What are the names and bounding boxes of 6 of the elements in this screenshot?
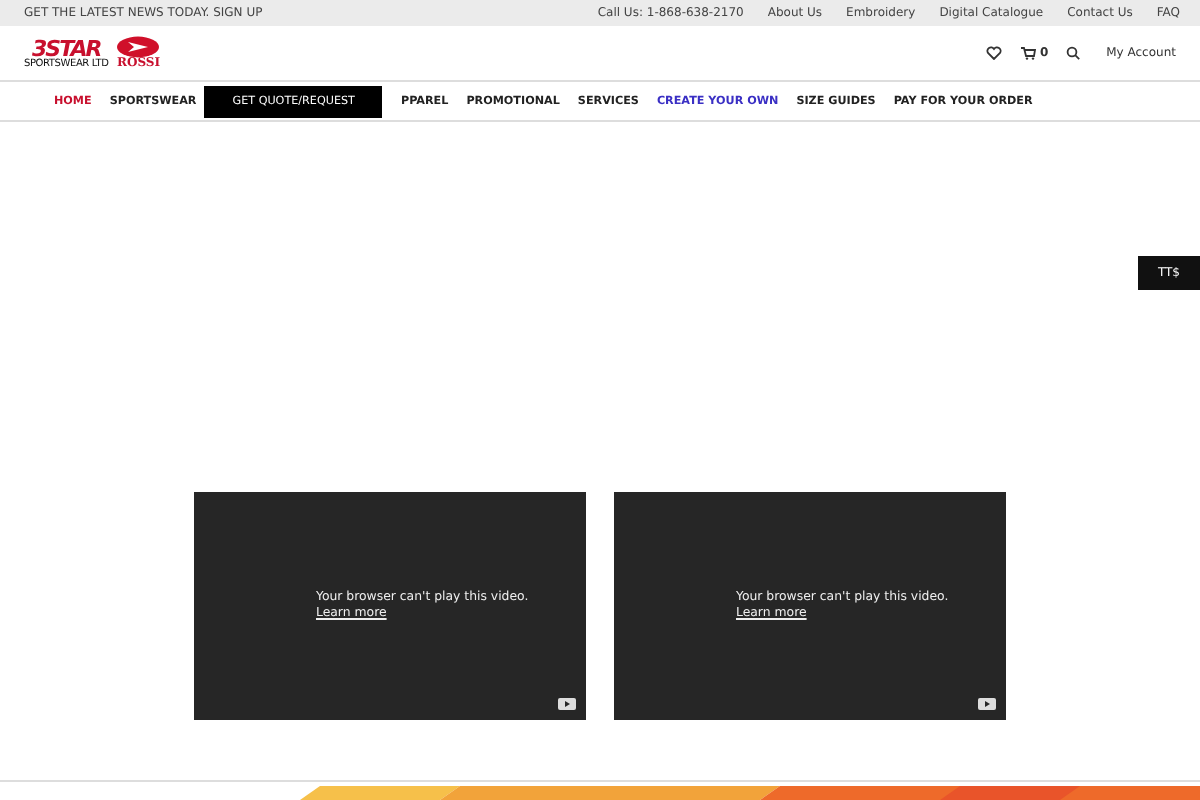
play-icon[interactable] <box>978 698 996 710</box>
heart-icon[interactable] <box>985 46 1002 60</box>
cart-icon[interactable] <box>1019 46 1036 60</box>
search-icon[interactable] <box>1066 46 1081 60</box>
play-icon[interactable] <box>558 698 576 710</box>
rossi-logo-icon <box>116 36 161 58</box>
